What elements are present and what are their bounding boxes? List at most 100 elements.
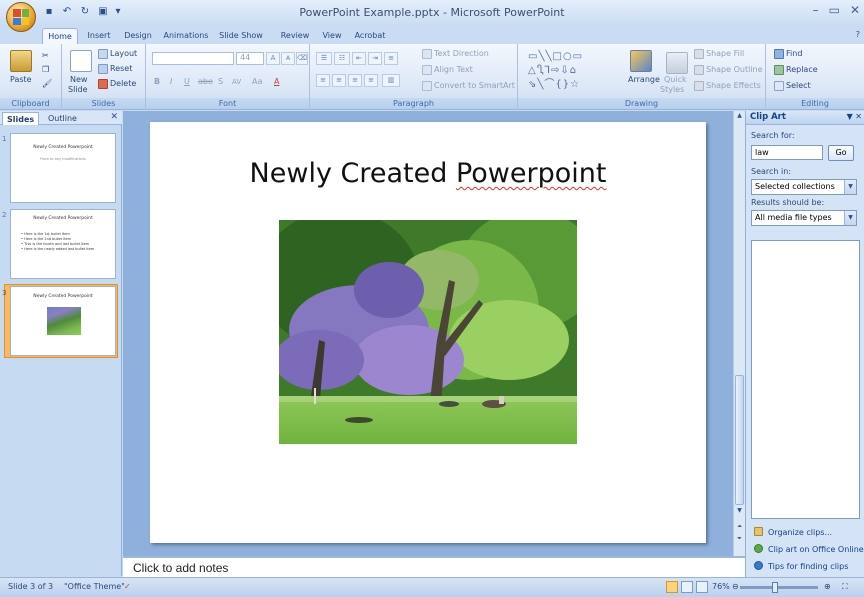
close-button[interactable]: ✕ [850,3,860,17]
clear-format-icon[interactable]: ⌫ [296,52,308,65]
char-spacing-button[interactable]: AV [232,76,241,88]
minimize-button[interactable]: – [813,3,819,17]
align-right-icon[interactable]: ≡ [348,74,362,87]
quick-styles-icon[interactable] [666,52,688,74]
tab-insert[interactable]: Insert [82,28,116,44]
new-slide-label-2[interactable]: Slide [68,84,88,96]
tab-animations[interactable]: Animations [160,28,212,44]
previous-slide-icon[interactable]: ⏶ [735,523,744,533]
align-text-button[interactable]: Align Text [422,64,473,76]
convert-smartart-button[interactable]: Convert to SmartArt [422,80,515,92]
shape-outline-button[interactable]: Shape Outline [694,64,763,76]
change-case-button[interactable]: Aa [252,76,262,88]
slide-show-icon[interactable] [696,581,708,593]
cut-icon[interactable]: ✂ [42,50,49,62]
normal-view-icon[interactable] [666,581,678,593]
justify-icon[interactable]: ≡ [364,74,378,87]
select-button[interactable]: Select [774,80,811,92]
chevron-down-icon[interactable]: ▼ [847,112,853,121]
slide-thumbnail-3[interactable]: Newly Created Powerpoint [10,286,116,356]
columns-icon[interactable]: ▥ [382,74,400,87]
park-photo[interactable] [279,220,577,444]
organize-clips-link[interactable]: Organize clips... [754,527,832,537]
italic-button[interactable]: I [170,76,172,88]
reset-button[interactable]: Reset [98,63,132,75]
tab-outline[interactable]: Outline [44,112,81,125]
zoom-level[interactable]: 76% [712,582,730,591]
font-name-field[interactable] [152,52,234,65]
tab-view[interactable]: View [318,28,346,44]
tab-slides[interactable]: Slides [2,112,40,125]
grow-font-button[interactable]: A [266,52,280,65]
replace-button[interactable]: Replace [774,64,818,76]
line-spacing-icon[interactable]: ≡ [384,52,398,65]
tab-acrobat[interactable]: Acrobat [350,28,390,44]
zoom-slider[interactable] [740,586,818,589]
text-direction-button[interactable]: Text Direction [422,48,489,60]
scroll-down-icon[interactable]: ▼ [735,507,744,517]
format-painter-icon[interactable]: 🖌 [42,78,52,90]
increase-indent-icon[interactable]: ⇥ [368,52,382,65]
tab-review[interactable]: Review [278,28,312,44]
chevron-down-icon[interactable]: ▼ [844,180,856,194]
shrink-font-button[interactable]: A [281,52,295,65]
slide-title[interactable]: Newly Created Powerpoint [150,158,706,189]
next-slide-icon[interactable]: ⏷ [735,535,744,545]
copy-icon[interactable]: ❐ [42,64,49,76]
slide-thumbnail-2[interactable]: Newly Created Powerpoint • Here is the 1… [10,209,116,279]
slide-sorter-icon[interactable] [681,581,693,593]
new-slide-icon[interactable] [70,50,92,72]
tips-finding-clips-link[interactable]: Tips for finding clips [754,561,848,571]
shapes-gallery[interactable]: ▭╲╲□○▭ △Ⴂ⅂⇨⇩⌂ ⇘╲⌒{}☆ [528,50,608,92]
zoom-in-icon[interactable]: ⊕ [824,582,831,591]
align-center-icon[interactable]: ≡ [332,74,346,87]
tab-design[interactable]: Design [121,28,155,44]
scrollbar-thumb[interactable] [735,375,744,505]
close-icon[interactable]: ✕ [855,112,862,121]
fit-to-window-icon[interactable]: ⛶ [842,582,848,592]
close-icon[interactable]: ✕ [110,112,118,122]
quick-styles-label-2[interactable]: Styles [660,84,684,96]
tab-slide-show[interactable]: Slide Show [216,28,266,44]
tab-home[interactable]: Home [42,28,78,44]
decrease-indent-icon[interactable]: ⇤ [352,52,366,65]
notes-pane[interactable]: Click to add notes [123,556,745,577]
zoom-slider-handle[interactable] [772,582,778,593]
clip-art-results[interactable] [751,240,860,519]
clip-art-online-link[interactable]: Clip art on Office Online [754,544,864,554]
help-icon[interactable]: ? [856,30,860,39]
align-left-icon[interactable]: ≡ [316,74,330,87]
arrange-icon[interactable] [630,50,652,72]
paste-icon[interactable] [10,50,32,72]
go-button[interactable]: Go [828,145,854,161]
office-button[interactable] [6,2,36,32]
maximize-button[interactable]: ▭ [829,3,840,17]
search-in-select[interactable]: Selected collections ▼ [751,179,857,195]
font-color-button[interactable]: A [274,76,279,88]
slide-editing-area: Newly Created Powerpoint [123,111,733,556]
underline-button[interactable]: U [184,76,190,88]
delete-button[interactable]: Delete [98,78,136,90]
shadow-button[interactable]: S [218,76,223,88]
shape-effects-button[interactable]: Shape Effects [694,80,761,92]
font-size-field[interactable]: 44 [236,52,264,65]
paste-button[interactable]: Paste [10,74,32,86]
shape-fill-button[interactable]: Shape Fill [694,48,744,60]
slide-scrollbar[interactable]: ▲ ▼ ⏶ ⏷ [733,111,745,556]
chevron-down-icon[interactable]: ▼ [844,211,856,225]
arrange-button[interactable]: Arrange [628,74,660,86]
bullets-icon[interactable]: ☰ [316,52,332,65]
spell-check-icon[interactable]: ✓ [124,582,131,591]
clip-art-search-input[interactable]: law [751,145,823,160]
layout-button[interactable]: Layout [98,48,137,60]
current-slide[interactable]: Newly Created Powerpoint [150,122,706,543]
bold-button[interactable]: B [154,76,160,88]
numbering-icon[interactable]: ☷ [334,52,350,65]
find-button[interactable]: Find [774,48,802,60]
zoom-out-icon[interactable]: ⊖ [732,582,739,591]
strikethrough-button[interactable]: abe [198,76,213,88]
ribbon: Paste ✂ ❐ 🖌 Clipboard New Slide Layout R… [0,44,864,110]
scroll-up-icon[interactable]: ▲ [735,112,744,122]
slide-thumbnail-1[interactable]: Newly Created Powerpoint From to any mod… [10,133,116,203]
media-type-select[interactable]: All media file types ▼ [751,210,857,226]
